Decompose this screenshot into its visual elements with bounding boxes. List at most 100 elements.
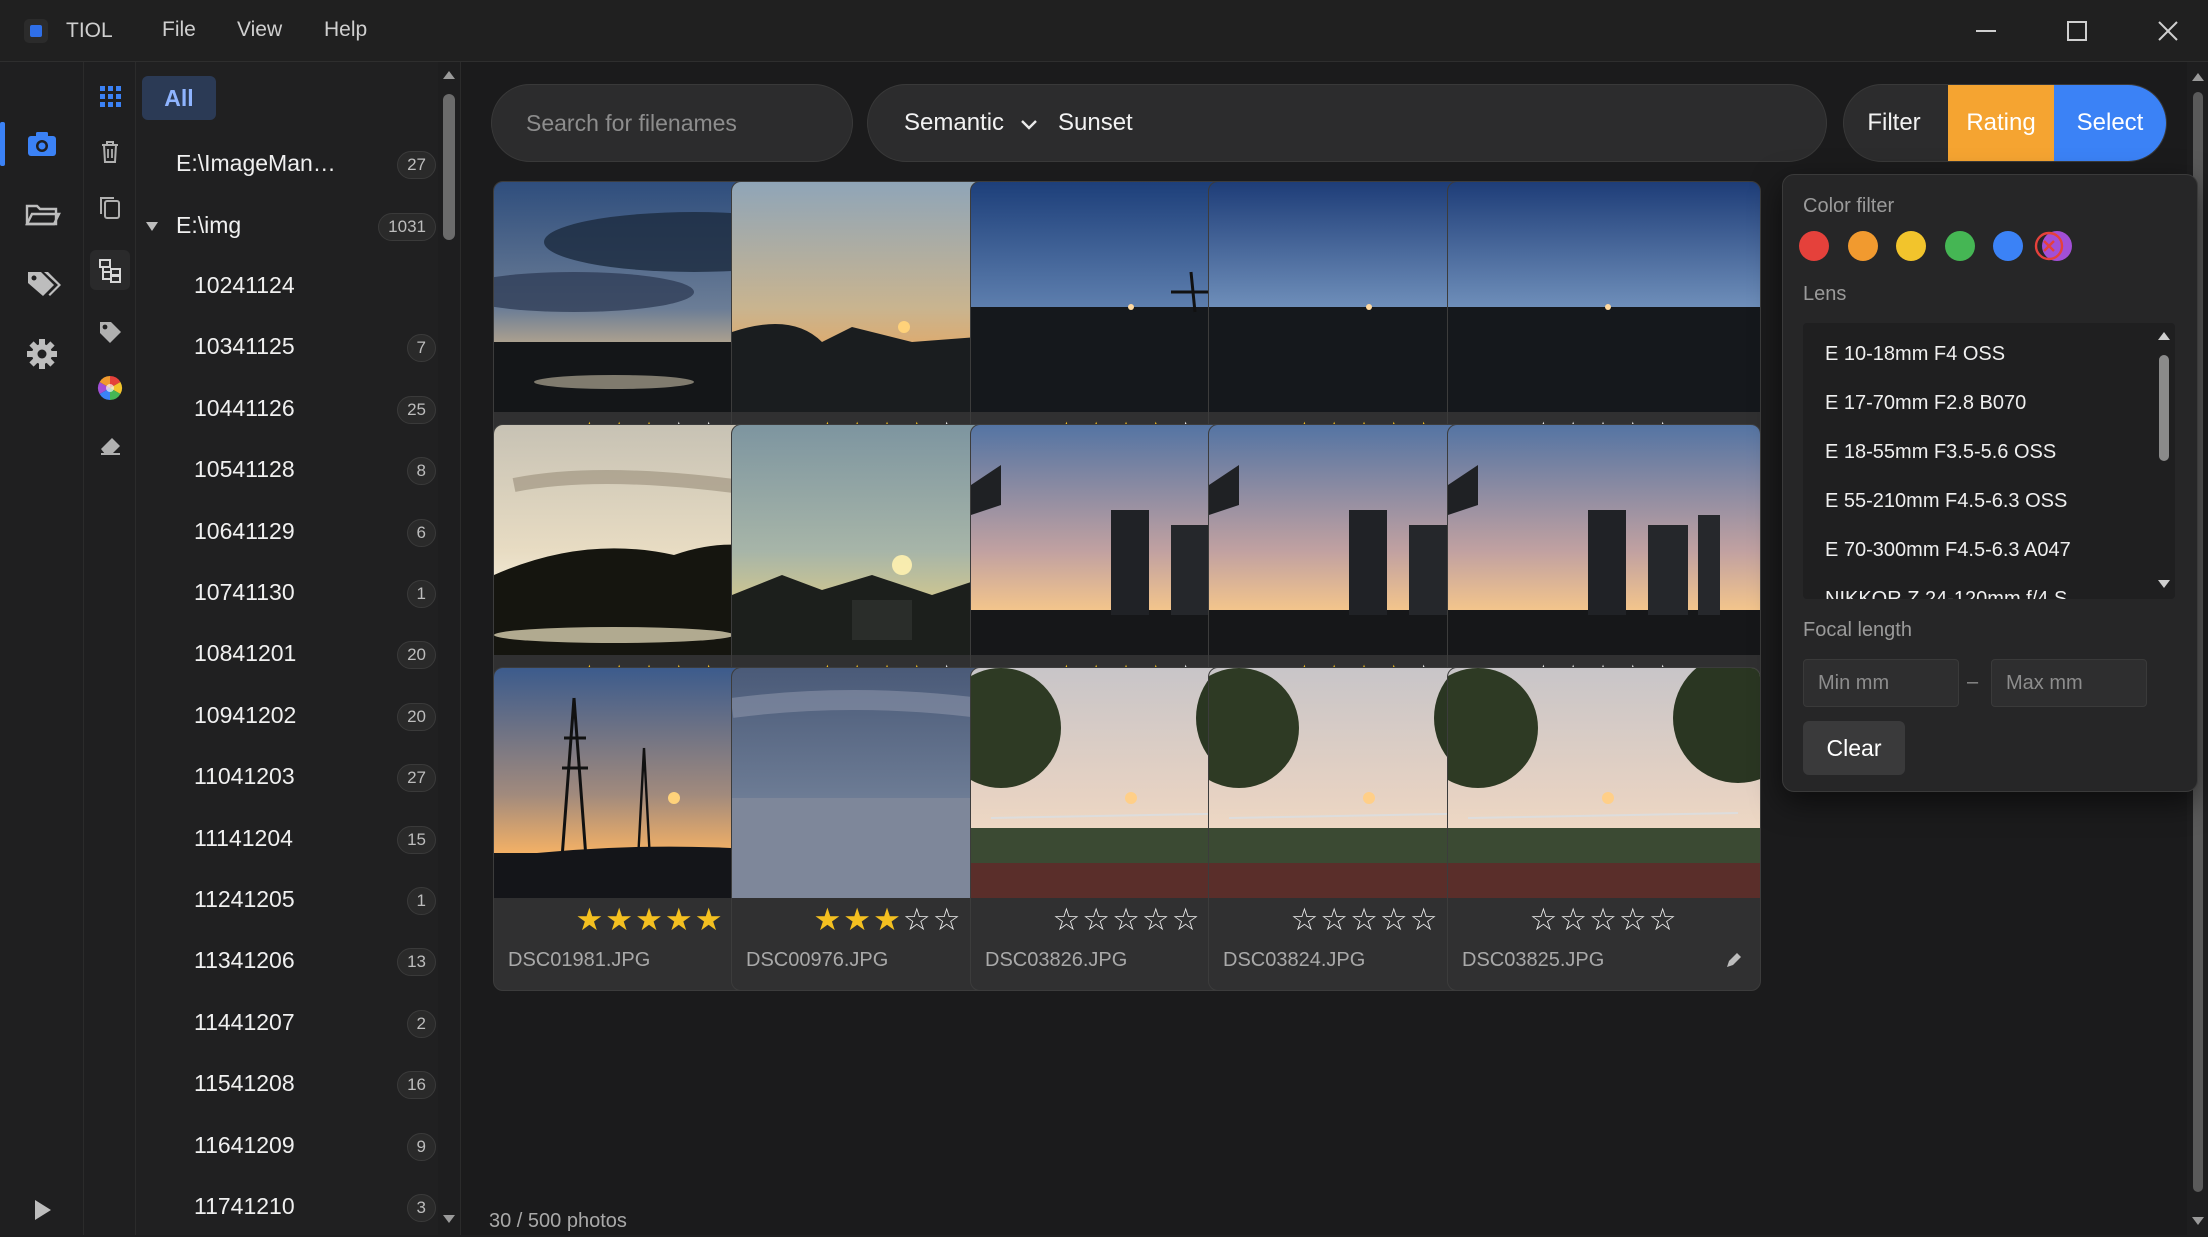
lens-list[interactable]: E 10-18mm F4 OSS E 17-70mm F2.8 B070 E 18-… [1803, 323, 2175, 599]
star-empty-icon[interactable]: ☆ [1559, 902, 1589, 937]
tree-root-row[interactable]: E:\ImageMan… 27 [136, 144, 436, 184]
star-filled-icon[interactable]: ★ [873, 902, 903, 937]
search-mode-select[interactable]: Semantic [904, 109, 1004, 137]
photo-card[interactable]: ☆☆☆☆☆ DSC03825.JPG [1447, 667, 1761, 991]
star-empty-icon[interactable]: ☆ [933, 902, 963, 937]
tag-button[interactable] [90, 312, 130, 352]
color-button[interactable] [90, 368, 130, 408]
semantic-search[interactable]: Semantic [867, 84, 1827, 162]
tree-folder-row[interactable]: 11641209 9 [136, 1126, 436, 1166]
star-rating[interactable]: ☆☆☆☆☆ [1448, 900, 1760, 940]
play-button[interactable] [20, 1188, 64, 1232]
star-empty-icon[interactable]: ☆ [1082, 902, 1112, 937]
scroll-up-icon[interactable] [442, 68, 456, 80]
clear-color-icon[interactable] [2034, 231, 2064, 261]
menu-view[interactable]: View [237, 18, 282, 42]
duplicates-button[interactable] [90, 188, 130, 228]
color-swatch[interactable] [1847, 231, 1878, 261]
lens-option[interactable]: NIKKOR Z 24-120mm f/4 S [1825, 588, 2067, 599]
tree-folder-row[interactable]: 11341206 13 [136, 941, 436, 981]
lens-option[interactable]: E 18-55mm F3.5-5.6 OSS [1825, 441, 2056, 464]
caret-down-icon[interactable] [144, 218, 160, 234]
trash-button[interactable] [90, 132, 130, 172]
filename-search[interactable] [491, 84, 853, 162]
tree-scrollbar[interactable] [438, 62, 460, 1235]
tree-folder-row[interactable]: 11141204 15 [136, 819, 436, 859]
folder-tree-button[interactable] [90, 250, 130, 290]
minimize-button[interactable] [1964, 14, 2008, 48]
grid-view-button[interactable] [90, 76, 130, 116]
star-filled-icon[interactable]: ★ [814, 902, 844, 937]
tree-folder-row[interactable]: 10541128 8 [136, 450, 436, 490]
tree-root-row[interactable]: E:\img 1031 [136, 206, 436, 246]
star-filled-icon[interactable]: ★ [665, 902, 695, 937]
scroll-down-icon[interactable] [2157, 579, 2171, 591]
lens-option[interactable]: E 10-18mm F4 OSS [1825, 343, 2005, 366]
photo-thumbnail[interactable] [1448, 425, 1760, 655]
star-filled-icon[interactable]: ★ [576, 902, 606, 937]
settings-button[interactable] [20, 332, 64, 376]
star-empty-icon[interactable]: ☆ [1589, 902, 1619, 937]
filter-button[interactable]: Filter [1844, 85, 1944, 161]
star-empty-icon[interactable]: ☆ [1291, 902, 1321, 937]
star-empty-icon[interactable]: ☆ [903, 902, 933, 937]
star-empty-icon[interactable]: ☆ [1172, 902, 1202, 937]
tree-folder-row[interactable]: 11541208 16 [136, 1064, 436, 1104]
star-empty-icon[interactable]: ☆ [1320, 902, 1350, 937]
star-empty-icon[interactable]: ☆ [1112, 902, 1142, 937]
tags-button[interactable] [20, 262, 64, 306]
scroll-down-icon[interactable] [442, 1214, 456, 1226]
star-empty-icon[interactable]: ☆ [1619, 902, 1649, 937]
menu-help[interactable]: Help [324, 18, 367, 42]
tree-folder-row[interactable]: 10441126 25 [136, 389, 436, 429]
tree-folder-row[interactable]: 10241124 [136, 266, 436, 306]
folders-button[interactable] [20, 192, 64, 236]
scroll-up-icon[interactable] [2191, 70, 2205, 82]
color-swatch[interactable] [1799, 231, 1829, 261]
star-empty-icon[interactable]: ☆ [1142, 902, 1172, 937]
color-swatch[interactable] [1993, 231, 2023, 261]
tree-folder-row[interactable]: 10741130 1 [136, 573, 436, 613]
tree-folder-row[interactable]: 11441207 2 [136, 1003, 436, 1043]
star-empty-icon[interactable]: ☆ [1350, 902, 1380, 937]
color-swatch[interactable] [1944, 231, 1975, 261]
select-button[interactable]: Select [2054, 85, 2166, 161]
search-input[interactable] [526, 85, 826, 161]
menu-file[interactable]: File [162, 18, 196, 42]
star-empty-icon[interactable]: ☆ [1380, 902, 1410, 937]
color-swatch[interactable] [1896, 231, 1926, 261]
tree-folder-row[interactable]: 10841201 20 [136, 634, 436, 674]
clear-filter-button[interactable]: Clear [1803, 721, 1905, 775]
star-empty-icon[interactable]: ☆ [1530, 902, 1560, 937]
star-filled-icon[interactable]: ★ [605, 902, 635, 937]
rating-button[interactable]: Rating [1948, 85, 2054, 161]
tree-folder-row[interactable]: 11241205 1 [136, 880, 436, 920]
edit-button[interactable] [1724, 952, 1742, 970]
eraser-button[interactable] [90, 424, 130, 464]
maximize-button[interactable] [2055, 14, 2099, 48]
lens-option[interactable]: E 55-210mm F4.5-6.3 OSS [1825, 490, 2067, 513]
tree-folder-row[interactable]: 10941202 20 [136, 696, 436, 736]
tree-folder-row[interactable]: 11041203 27 [136, 757, 436, 797]
close-button[interactable] [2146, 14, 2190, 48]
lens-scroll-thumb[interactable] [2159, 355, 2169, 461]
star-empty-icon[interactable]: ☆ [1649, 902, 1679, 937]
tree-scroll-thumb[interactable] [443, 94, 455, 240]
star-empty-icon[interactable]: ☆ [1053, 902, 1083, 937]
tree-folder-row[interactable]: 10341125 7 [136, 327, 436, 367]
lens-option[interactable]: E 70-300mm F4.5-6.3 A047 [1825, 539, 2071, 562]
star-filled-icon[interactable]: ★ [695, 902, 725, 937]
focal-min-input[interactable] [1803, 659, 1959, 707]
semantic-query-input[interactable] [1058, 85, 1758, 161]
star-empty-icon[interactable]: ☆ [1410, 902, 1440, 937]
focal-max-input[interactable] [1991, 659, 2147, 707]
photo-thumbnail[interactable] [1448, 182, 1760, 412]
chevron-down-icon[interactable] [1018, 109, 1040, 139]
scroll-down-icon[interactable] [2191, 1216, 2205, 1228]
star-filled-icon[interactable]: ★ [843, 902, 873, 937]
scroll-up-icon[interactable] [2157, 329, 2171, 341]
star-filled-icon[interactable]: ★ [635, 902, 665, 937]
tree-folder-row[interactable]: 10641129 6 [136, 512, 436, 552]
tree-folder-row[interactable]: 11741210 3 [136, 1187, 436, 1227]
photos-button[interactable] [20, 122, 64, 166]
